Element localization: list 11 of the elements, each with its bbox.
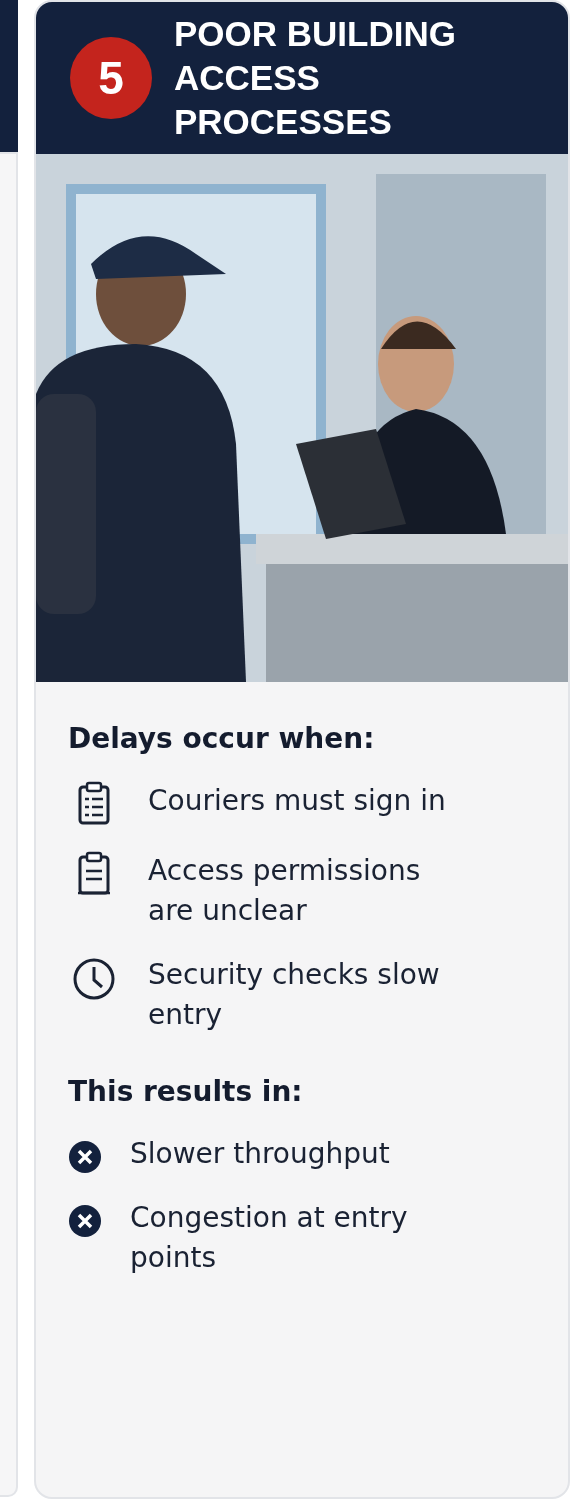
- list-item-text: Security checks slow entry: [148, 957, 441, 1033]
- number-badge: 5: [70, 37, 152, 119]
- x-circle-icon: [68, 1140, 102, 1174]
- list-item-text: Slower throughput: [130, 1136, 390, 1172]
- section-heading: Delays occur when:: [68, 722, 376, 755]
- list-item-text: Couriers must sign in: [148, 783, 446, 819]
- x-circle-icon: [68, 1204, 102, 1238]
- section-heading: This results in:: [68, 1075, 304, 1108]
- list-item-text: Congestion at entry points: [130, 1200, 409, 1276]
- list-item-text: Access permissions are unclear: [148, 853, 422, 929]
- card-title: POOR BUILDING ACCESS PROCESSES: [174, 13, 457, 143]
